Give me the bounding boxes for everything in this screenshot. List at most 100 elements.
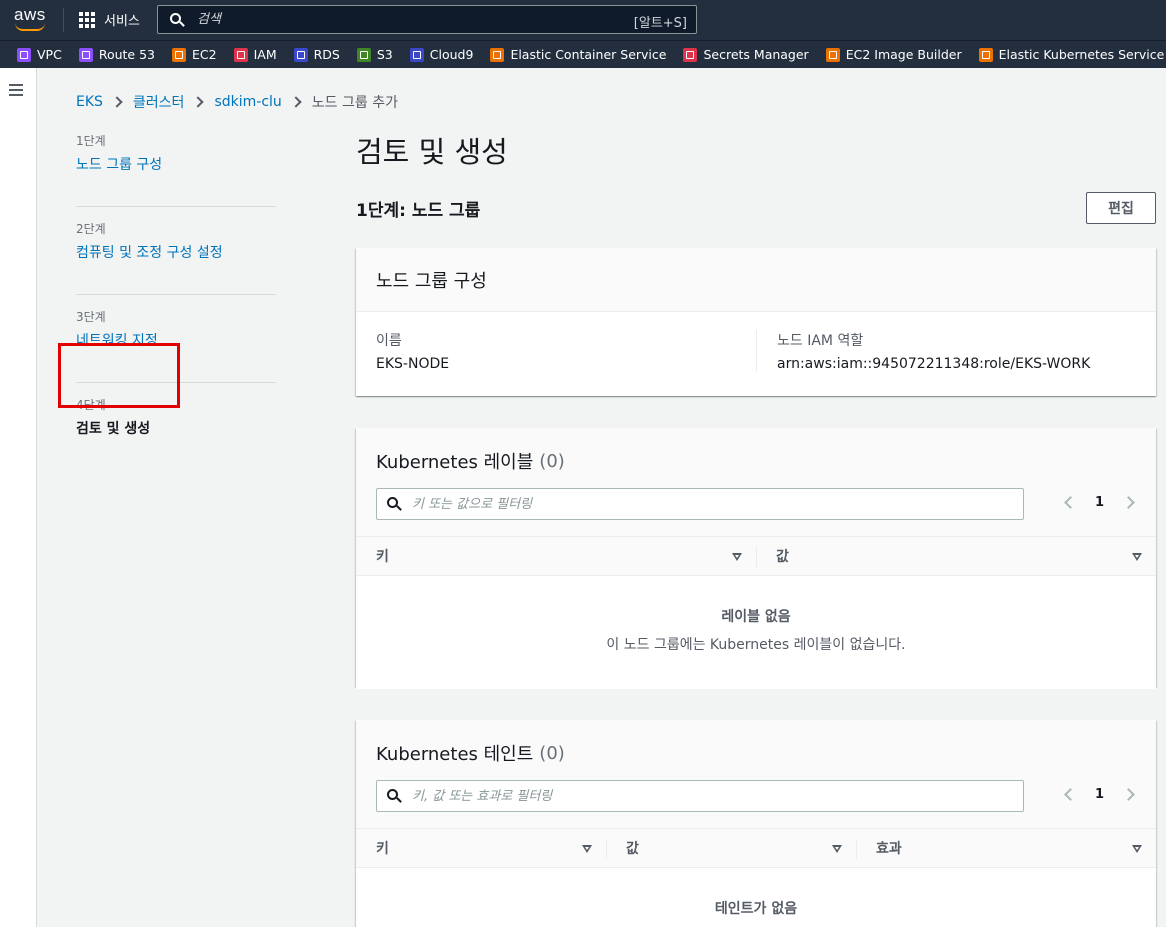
page-number[interactable]: 1: [1095, 787, 1104, 802]
filter-row: 1: [356, 780, 1156, 828]
column-label: 값: [776, 549, 789, 565]
field-label: 노드 IAM 역할: [777, 333, 864, 349]
favorite-rds[interactable]: RDS: [293, 47, 340, 62]
chevron-left-icon[interactable]: [1064, 496, 1077, 509]
taints-filter-input[interactable]: [412, 788, 992, 804]
favorite-label: IAM: [253, 47, 277, 62]
aws-logo-text: aws: [14, 5, 46, 24]
favorite-ec2[interactable]: EC2: [172, 47, 217, 62]
column-header-value[interactable]: 값: [756, 537, 1156, 575]
field-value: EKS-NODE: [376, 356, 450, 372]
chevron-right-icon: [111, 96, 123, 108]
step-link-node-group-config[interactable]: 노드 그룹 구성: [76, 154, 276, 174]
breadcrumb-cluster-name[interactable]: sdkim-clu: [214, 94, 281, 110]
menu-icon[interactable]: [9, 84, 23, 96]
secrets-manager-icon: [683, 47, 698, 62]
favorite-route53[interactable]: Route 53: [78, 47, 155, 62]
kubernetes-labels-card: Kubernetes 레이블 (0) 1 키 값 레이블 없음 이 노드 그룹에…: [356, 428, 1156, 689]
pagination: 1: [1064, 787, 1135, 802]
aws-logo[interactable]: aws: [14, 6, 48, 32]
favorite-iam[interactable]: IAM: [233, 47, 277, 62]
key-value-pairs: 이름 EKS-NODE 노드 IAM 역할 arn:aws:iam::94507…: [356, 312, 1156, 390]
chevron-right-icon: [290, 96, 302, 108]
sort-icon: [582, 845, 592, 853]
top-navigation: aws 서비스 [알트+S]: [0, 0, 1166, 40]
edit-button[interactable]: 편집: [1086, 192, 1156, 224]
card-header: Kubernetes 레이블 (0): [356, 428, 1156, 488]
breadcrumb: EKS 클러스터 sdkim-clu 노드 그룹 추가: [76, 92, 398, 112]
favorite-image-builder[interactable]: EC2 Image Builder: [825, 47, 962, 62]
favorite-cloud9[interactable]: Cloud9: [409, 47, 474, 62]
breadcrumb-clusters[interactable]: 클러스터: [133, 92, 185, 112]
kubernetes-taints-card: Kubernetes 테인트 (0) 1 키 값 효과 테인트가 없음: [356, 720, 1156, 927]
empty-title: 레이블 없음: [721, 609, 791, 625]
favorite-ecs[interactable]: Elastic Container Service: [490, 47, 666, 62]
favorite-label: S3: [376, 47, 393, 62]
column-header-value[interactable]: 값: [606, 829, 856, 867]
favorite-label: EC2 Image Builder: [845, 47, 962, 62]
table-empty-state: 레이블 없음 이 노드 그룹에는 Kubernetes 레이블이 없습니다.: [356, 576, 1156, 689]
chevron-right-icon[interactable]: [1122, 788, 1135, 801]
sort-icon: [1132, 845, 1142, 853]
taints-filter[interactable]: [376, 780, 1024, 812]
ecs-icon: [490, 47, 505, 62]
page-number[interactable]: 1: [1095, 495, 1104, 510]
services-menu-button[interactable]: 서비스: [79, 10, 140, 29]
chevron-left-icon[interactable]: [1064, 788, 1077, 801]
favorites-bar: VPC Route 53 EC2 IAM RDS S3 Cloud9 Elast…: [0, 40, 1166, 68]
table-header: 키 값 효과: [356, 828, 1156, 868]
ec2-icon: [172, 47, 186, 62]
column-header-effect[interactable]: 효과: [856, 829, 1156, 867]
card-title: Kubernetes 레이블: [376, 452, 534, 473]
search-shortcut-hint: [알트+S]: [633, 16, 687, 31]
step-number: 1단계: [76, 134, 106, 148]
wizard-steps: 1단계 노드 그룹 구성 2단계 컴퓨팅 및 조정 구성 설정 3단계 네트워킹…: [76, 132, 276, 471]
column-header-key[interactable]: 키: [356, 829, 606, 867]
labels-filter[interactable]: [376, 488, 1024, 520]
favorite-label: Cloud9: [429, 47, 474, 62]
filter-row: 1: [356, 488, 1156, 536]
eks-icon: [978, 47, 993, 62]
search-icon: [169, 12, 185, 28]
favorite-label: RDS: [313, 47, 340, 62]
s3-icon: [356, 47, 371, 62]
favorite-vpc[interactable]: VPC: [17, 47, 62, 62]
breadcrumb-eks[interactable]: EKS: [76, 94, 103, 110]
chevron-right-icon: [192, 96, 205, 108]
labels-filter-input[interactable]: [412, 496, 992, 512]
chevron-right-icon[interactable]: [1122, 496, 1135, 509]
column-label: 키: [376, 549, 389, 565]
global-search-input[interactable]: [197, 12, 617, 27]
route53-icon: [78, 47, 93, 62]
item-count: (0): [539, 742, 565, 764]
nav-divider: [63, 8, 64, 32]
card-header: 노드 그룹 구성: [356, 248, 1156, 312]
sort-icon: [1132, 553, 1142, 561]
column-header-key[interactable]: 키: [356, 537, 756, 575]
column-label: 효과: [876, 841, 902, 857]
favorite-label: Secrets Manager: [703, 47, 809, 62]
name-field: 이름 EKS-NODE: [376, 330, 756, 372]
cloud9-icon: [409, 47, 424, 62]
step-link-compute-scaling[interactable]: 컴퓨팅 및 조정 구성 설정: [76, 242, 276, 262]
field-value: arn:aws:iam::945072211348:role/EKS-WORK: [777, 356, 1091, 372]
table-empty-state: 테인트가 없음: [356, 868, 1156, 927]
column-label: 키: [376, 841, 389, 857]
global-search[interactable]: [알트+S]: [157, 5, 697, 34]
iam-role-field: 노드 IAM 역할 arn:aws:iam::945072211348:role…: [756, 330, 1136, 372]
favorite-label: Route 53: [98, 47, 155, 62]
sort-icon: [732, 553, 742, 561]
favorite-label: VPC: [37, 47, 62, 62]
vpc-icon: [17, 47, 31, 62]
iam-icon: [233, 47, 248, 62]
favorite-secrets-manager[interactable]: Secrets Manager: [683, 47, 809, 62]
favorite-eks[interactable]: Elastic Kubernetes Service: [978, 47, 1165, 62]
section-title: 1단계: 노드 그룹: [356, 201, 481, 221]
empty-description: 이 노드 그룹에는 Kubernetes 레이블이 없습니다.: [606, 637, 906, 653]
favorite-s3[interactable]: S3: [356, 47, 393, 62]
favorite-label: EC2: [192, 47, 217, 62]
side-navigation-rail: [0, 68, 37, 927]
card-header: Kubernetes 테인트 (0): [356, 720, 1156, 780]
table-header: 키 값: [356, 536, 1156, 576]
favorite-label: Elastic Kubernetes Service: [998, 47, 1165, 62]
